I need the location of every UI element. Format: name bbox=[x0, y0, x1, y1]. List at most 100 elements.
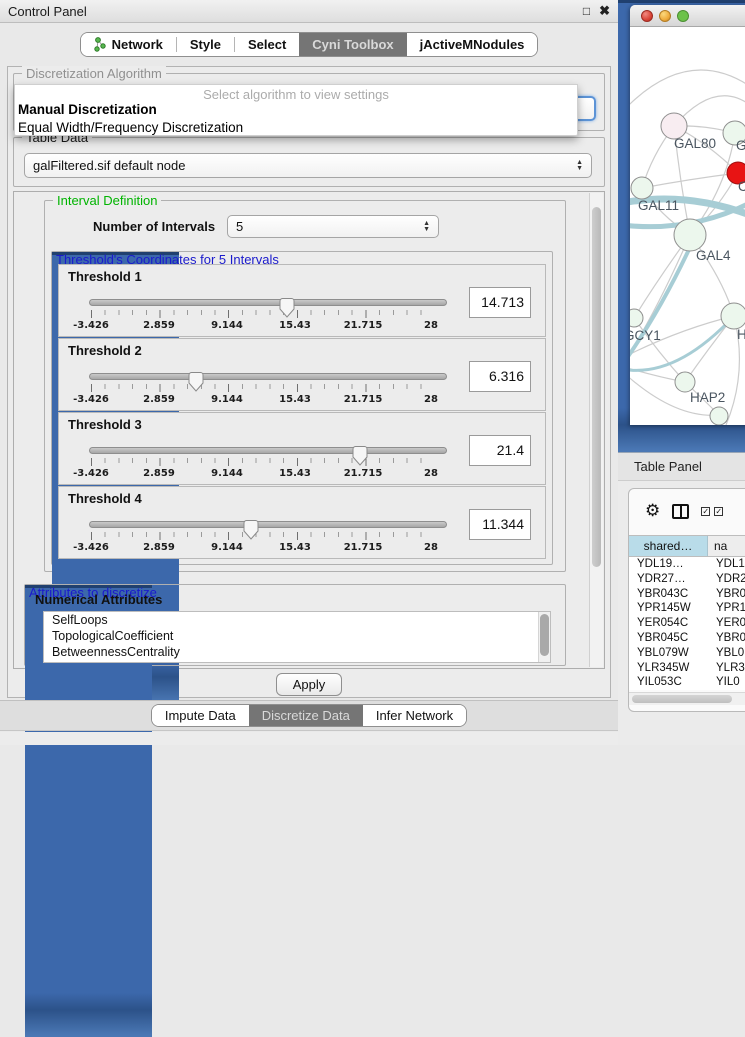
columns-icon[interactable] bbox=[672, 504, 689, 519]
slider-track[interactable] bbox=[89, 373, 447, 380]
settings-scrollbar[interactable] bbox=[589, 193, 603, 667]
threshold-label: Threshold 1 bbox=[68, 269, 142, 284]
zoom-traffic-light-icon[interactable] bbox=[677, 10, 689, 22]
tab-discretize-data[interactable]: Discretize Data bbox=[249, 705, 363, 726]
slider-handle[interactable] bbox=[352, 446, 367, 466]
apply-button[interactable]: Apply bbox=[276, 673, 342, 696]
tab-impute-data[interactable]: Impute Data bbox=[152, 705, 249, 726]
table-horizontal-scrollbar[interactable] bbox=[629, 692, 745, 705]
number-of-intervals-row: Number of Intervals 5 ▲▼ bbox=[45, 215, 565, 241]
network-graph[interactable]: GAL80 G. C GAL11 GAL4 GCY1 H HAP2 bbox=[630, 27, 745, 425]
table-row[interactable]: YBL079WYBL0 bbox=[629, 646, 745, 661]
status-strip bbox=[0, 732, 618, 745]
slider-handle[interactable] bbox=[189, 372, 204, 392]
table-row[interactable]: YPR145WYPR1 bbox=[629, 601, 745, 616]
combo-stepper-icon: ▲▼ bbox=[417, 221, 430, 233]
table-data-combobox[interactable]: galFiltered.sif default node ▲▼ bbox=[24, 153, 592, 178]
threshold-value-field[interactable]: 21.4 bbox=[469, 435, 531, 466]
node-hap2[interactable] bbox=[675, 372, 695, 392]
table-row[interactable]: YLR345WYLR3 bbox=[629, 661, 745, 676]
slider-handle[interactable] bbox=[280, 298, 295, 318]
list-scrollbar[interactable] bbox=[538, 612, 550, 662]
threshold-slider[interactable]: -3.426 2.859 9.144 15.43 21.715 28 bbox=[89, 367, 447, 407]
combo-stepper-icon: ▲▼ bbox=[570, 160, 583, 172]
table-toolbar: ⚙ ✓ ✓ bbox=[629, 489, 745, 533]
tab-infer-network[interactable]: Infer Network bbox=[363, 705, 466, 726]
tab-jactivemnodules[interactable]: jActiveMNodules bbox=[407, 33, 538, 56]
threshold-panel: Threshold 3 -3.426 2.859 9.144 15.43 21.… bbox=[58, 412, 546, 485]
dropdown-option-equal-width[interactable]: Equal Width/Frequency Discretization bbox=[15, 119, 577, 137]
checkbox-icon[interactable]: ✓ bbox=[714, 507, 723, 516]
threshold-label: Threshold 3 bbox=[68, 417, 142, 432]
threshold-value-field[interactable]: 14.713 bbox=[469, 287, 531, 318]
table-row[interactable]: YBR045CYBR0 bbox=[629, 631, 745, 646]
threshold-slider[interactable]: -3.426 2.859 9.144 15.43 21.715 28 bbox=[89, 293, 447, 333]
node-bottom[interactable] bbox=[710, 407, 728, 425]
gear-icon[interactable]: ⚙ bbox=[645, 503, 660, 520]
algorithm-dropdown-popup: Select algorithm to view settings Manual… bbox=[14, 84, 578, 136]
float-window-icon[interactable]: □ bbox=[583, 4, 590, 18]
table-data-group: Table Data galFiltered.sif default node … bbox=[13, 137, 605, 187]
slider-ticks: -3.426 2.859 9.144 15.43 21.715 28 bbox=[91, 458, 431, 480]
list-item[interactable]: SelfLoops bbox=[44, 612, 550, 628]
node-label: GAL4 bbox=[696, 248, 731, 263]
column-header-name[interactable]: na bbox=[708, 536, 745, 556]
table-row[interactable]: YIL053CYIL0 bbox=[629, 675, 745, 690]
select-columns-icons: ✓ ✓ bbox=[701, 507, 723, 516]
threshold-value-field[interactable]: 11.344 bbox=[469, 509, 531, 540]
threshold-label: Threshold 2 bbox=[68, 343, 142, 358]
interval-definition-group: Interval Definition Number of Intervals … bbox=[44, 200, 566, 572]
tab-cyni-toolbox[interactable]: Cyni Toolbox bbox=[299, 33, 406, 56]
table-row[interactable]: YER054CYER0 bbox=[629, 616, 745, 631]
dropdown-option-manual[interactable]: Manual Discretization bbox=[15, 101, 577, 119]
network-window[interactable]: GAL80 G. C GAL11 GAL4 GCY1 H HAP2 bbox=[630, 5, 745, 425]
slider-track[interactable] bbox=[89, 447, 447, 454]
threshold-slider[interactable]: -3.426 2.859 9.144 15.43 21.715 28 bbox=[89, 441, 447, 481]
network-window-titlebar[interactable] bbox=[630, 5, 745, 27]
number-of-intervals-combobox[interactable]: 5 ▲▼ bbox=[227, 215, 439, 238]
column-header-shared-name[interactable]: shared… bbox=[629, 536, 708, 556]
threshold-label: Threshold 4 bbox=[68, 491, 142, 506]
table-row[interactable]: YDR27…YDR2 bbox=[629, 572, 745, 587]
node-label: G. bbox=[736, 138, 745, 153]
checkbox-icon[interactable]: ✓ bbox=[701, 507, 710, 516]
network-nodes[interactable] bbox=[630, 113, 745, 425]
node-gal4[interactable] bbox=[674, 219, 706, 251]
node-label: GAL80 bbox=[674, 136, 716, 151]
slider-handle[interactable] bbox=[243, 520, 258, 540]
settings-scrollpane: Interval Definition Number of Intervals … bbox=[13, 191, 605, 669]
node-gal11[interactable] bbox=[631, 177, 653, 199]
numerical-attributes-label: Numerical Attributes bbox=[35, 592, 162, 607]
threshold-value-field[interactable]: 6.316 bbox=[469, 361, 531, 392]
slider-track[interactable] bbox=[89, 521, 447, 528]
number-of-intervals-label: Number of Intervals bbox=[93, 219, 215, 234]
tab-network[interactable]: Network bbox=[81, 33, 176, 56]
slider-ticks: -3.426 2.859 9.144 15.43 21.715 28 bbox=[91, 384, 431, 406]
node-h[interactable] bbox=[721, 303, 745, 329]
table-row[interactable]: YBR043CYBR0 bbox=[629, 587, 745, 602]
table-panel-title: Table Panel bbox=[618, 459, 702, 474]
tab-style[interactable]: Style bbox=[177, 33, 234, 56]
table-header-row: shared… na bbox=[629, 535, 745, 557]
list-item[interactable]: BetweennessCentrality bbox=[44, 644, 550, 660]
slider-track[interactable] bbox=[89, 299, 447, 306]
table-panel-header[interactable]: Table Panel bbox=[618, 452, 745, 481]
attributes-list[interactable]: SelfLoops TopologicalCoefficient Between… bbox=[43, 611, 551, 663]
cyni-toolbox-panel: Discretization Algorithm Table Data galF… bbox=[7, 66, 611, 698]
node-gcy1[interactable] bbox=[630, 309, 643, 327]
tab-select[interactable]: Select bbox=[235, 33, 299, 56]
minimize-traffic-light-icon[interactable] bbox=[659, 10, 671, 22]
list-item[interactable]: TopologicalCoefficient bbox=[44, 628, 550, 644]
scrollbar-thumb[interactable] bbox=[592, 207, 601, 567]
scrollbar-thumb[interactable] bbox=[632, 695, 732, 703]
threshold-slider[interactable]: -3.426 2.859 9.144 15.43 21.715 28 bbox=[89, 515, 447, 555]
table-row[interactable]: YDL19…YDL1 bbox=[629, 557, 745, 572]
table-body[interactable]: YDL19…YDL1 YDR27…YDR2 YBR043CYBR0 YPR145… bbox=[629, 557, 745, 690]
attributes-group: Attributes to discretize Numerical Attri… bbox=[24, 584, 566, 666]
node-label: C bbox=[738, 179, 745, 194]
node-label: H bbox=[737, 327, 745, 342]
threshold-panel: Threshold 1 -3.426 2.859 9.144 15.43 21.… bbox=[58, 264, 546, 337]
close-traffic-light-icon[interactable] bbox=[641, 10, 653, 22]
bottom-segmented-control: Impute Data Discretize Data Infer Networ… bbox=[151, 704, 467, 727]
close-icon[interactable]: ✖ bbox=[599, 3, 610, 19]
